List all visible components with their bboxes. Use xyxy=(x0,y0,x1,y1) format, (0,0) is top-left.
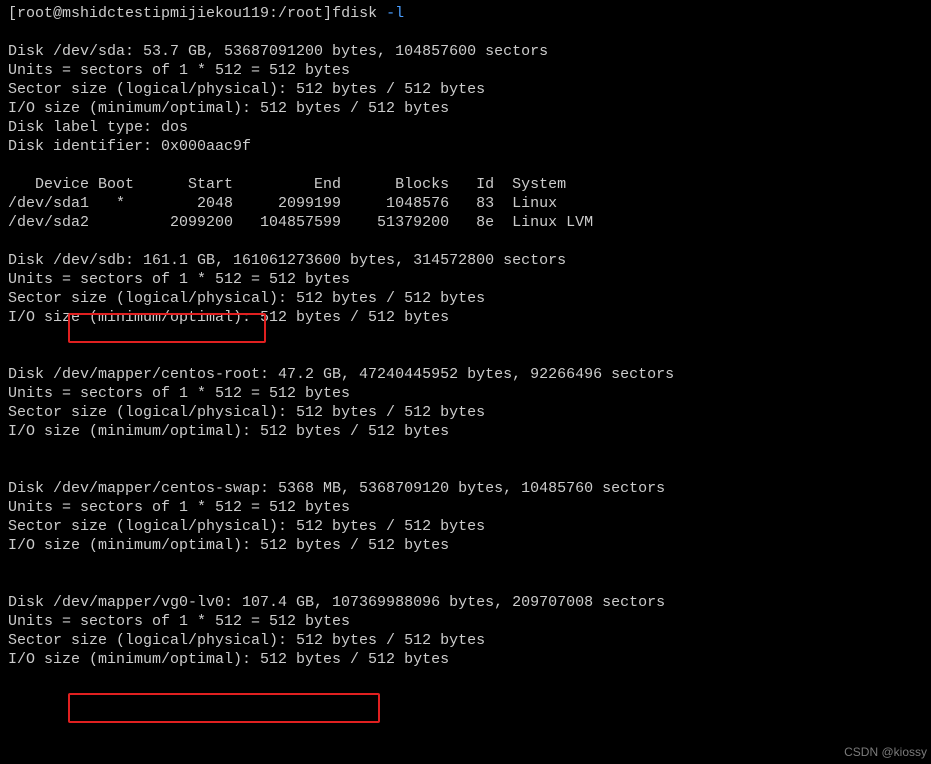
disk-sdb-header: Disk /dev/sdb: 161.1 GB, 161061273600 by… xyxy=(8,252,566,269)
disk-swap-header: Disk /dev/mapper/centos-swap: 5368 MB, 5… xyxy=(8,480,665,497)
prompt-line: [root@mshidctestipmijiekou119:/root]fdis… xyxy=(8,5,404,22)
disk-sdb-units: Units = sectors of 1 * 512 = 512 bytes xyxy=(8,271,350,288)
disk-swap-sector: Sector size (logical/physical): 512 byte… xyxy=(8,518,485,535)
disk-vg0-io: I/O size (minimum/optimal): 512 bytes / … xyxy=(8,651,449,668)
disk-root-header: Disk /dev/mapper/centos-root: 47.2 GB, 4… xyxy=(8,366,674,383)
disk-sdb-sector: Sector size (logical/physical): 512 byte… xyxy=(8,290,485,307)
disk-root-units: Units = sectors of 1 * 512 = 512 bytes xyxy=(8,385,350,402)
command-flag: -l xyxy=(386,5,404,22)
shell-prompt: [root@mshidctestipmijiekou119:/root] xyxy=(8,5,332,22)
disk-sda-label: Disk label type: dos xyxy=(8,119,188,136)
disk-sda-header: Disk /dev/sda: 53.7 GB, 53687091200 byte… xyxy=(8,43,548,60)
disk-sda-units: Units = sectors of 1 * 512 = 512 bytes xyxy=(8,62,350,79)
disk-swap-units: Units = sectors of 1 * 512 = 512 bytes xyxy=(8,499,350,516)
disk-sdb-io: I/O size (minimum/optimal): 512 bytes / … xyxy=(8,309,449,326)
disk-vg0-units: Units = sectors of 1 * 512 = 512 bytes xyxy=(8,613,350,630)
partition-table-header: Device Boot Start End Blocks Id System xyxy=(8,176,566,193)
watermark: CSDN @kiossy xyxy=(844,743,927,762)
highlight-annotation-vg0 xyxy=(68,693,380,723)
disk-sda-ident: Disk identifier: 0x000aac9f xyxy=(8,138,251,155)
disk-root-sector: Sector size (logical/physical): 512 byte… xyxy=(8,404,485,421)
command: fdisk xyxy=(332,5,377,22)
partition-row-2: /dev/sda2 2099200 104857599 51379200 8e … xyxy=(8,214,593,231)
partition-row-1: /dev/sda1 * 2048 2099199 1048576 83 Linu… xyxy=(8,195,557,212)
disk-sda-io: I/O size (minimum/optimal): 512 bytes / … xyxy=(8,100,449,117)
disk-root-io: I/O size (minimum/optimal): 512 bytes / … xyxy=(8,423,449,440)
disk-vg0-header: Disk /dev/mapper/vg0-lv0: 107.4 GB, 1073… xyxy=(8,594,665,611)
disk-vg0-sector: Sector size (logical/physical): 512 byte… xyxy=(8,632,485,649)
terminal-output[interactable]: [root@mshidctestipmijiekou119:/root]fdis… xyxy=(0,0,931,764)
disk-swap-io: I/O size (minimum/optimal): 512 bytes / … xyxy=(8,537,449,554)
disk-sda-sector: Sector size (logical/physical): 512 byte… xyxy=(8,81,485,98)
